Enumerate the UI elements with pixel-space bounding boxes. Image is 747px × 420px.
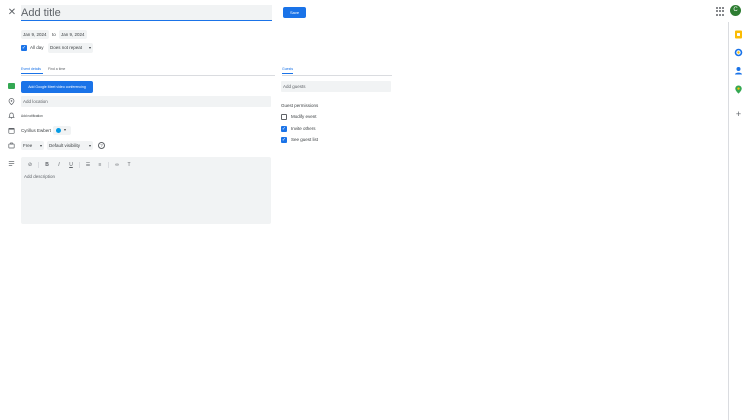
save-button[interactable]: Save <box>283 7 306 18</box>
chevron-down-icon: ▾ <box>88 45 91 50</box>
close-icon[interactable]: ✕ <box>6 7 18 19</box>
chevron-down-icon: ▾ <box>88 143 91 148</box>
attachment-icon[interactable]: ⊘ <box>25 161 35 169</box>
toolbar-separator <box>108 162 109 168</box>
tab-guests[interactable]: Guests <box>282 67 293 72</box>
repeat-select[interactable]: Does not repeat ▾ <box>48 43 93 53</box>
location-pin-icon <box>8 98 15 106</box>
remove-formatting-icon[interactable]: T <box>124 161 134 169</box>
tab-active-indicator <box>21 73 43 74</box>
tabs-divider <box>21 75 275 76</box>
calendar-color-picker[interactable]: ▾ <box>53 126 71 135</box>
bell-icon <box>8 112 15 119</box>
description-input[interactable] <box>24 174 268 220</box>
visibility-value: Default visibility <box>49 143 81 148</box>
guests-divider <box>282 75 392 76</box>
contacts-icon[interactable] <box>734 62 743 75</box>
link-icon[interactable]: ∞ <box>112 161 122 169</box>
avatar[interactable]: C <box>730 5 741 16</box>
google-meet-icon <box>8 83 15 89</box>
toolbar-separator <box>38 162 39 168</box>
maps-icon[interactable] <box>734 81 743 94</box>
invite-others-label: Invite others <box>291 126 316 131</box>
add-notification-link[interactable]: Add notification <box>21 114 43 118</box>
calendar-name: Cyrillus Ewbert <box>21 128 52 133</box>
add-meet-button[interactable]: Add Google Meet video conferencing <box>21 81 93 93</box>
end-date-field[interactable]: Jan 9, 2024 <box>59 30 87 39</box>
all-day-checkbox[interactable]: ✓ <box>21 45 27 51</box>
keep-icon[interactable] <box>734 26 743 39</box>
description-editor: ⊘ B I U ☰ ≡ ∞ T <box>21 157 271 224</box>
availability-value: Free <box>23 143 33 148</box>
calendar-icon <box>8 127 15 134</box>
add-guests-input[interactable] <box>281 81 391 92</box>
italic-icon[interactable]: I <box>54 161 64 169</box>
date-to-label: to <box>52 32 56 37</box>
repeat-value: Does not repeat <box>50 45 83 50</box>
see-guest-list-label: See guest list <box>291 137 319 142</box>
add-icon[interactable]: + <box>734 110 743 119</box>
visibility-select[interactable]: Default visibility ▾ <box>47 141 93 150</box>
modify-event-label: Modify event <box>291 114 317 119</box>
see-guest-list-checkbox[interactable]: ✓ <box>281 137 287 143</box>
side-panel-divider <box>728 22 729 420</box>
modify-event-checkbox[interactable] <box>281 114 287 120</box>
tab-find-a-time[interactable]: Find a time <box>48 67 65 72</box>
invite-others-checkbox[interactable]: ✓ <box>281 126 287 132</box>
numbered-list-icon[interactable]: ☰ <box>83 161 93 169</box>
availability-select[interactable]: Free ▾ <box>21 141 44 150</box>
description-toolbar: ⊘ B I U ☰ ≡ ∞ T <box>25 161 136 169</box>
start-date-field[interactable]: Jan 9, 2024 <box>21 30 49 39</box>
briefcase-icon <box>8 142 15 149</box>
underline-icon[interactable]: U <box>66 161 76 169</box>
tab-event-details[interactable]: Event details <box>21 67 41 72</box>
all-day-label: All day <box>30 45 44 50</box>
bulleted-list-icon[interactable]: ≡ <box>95 161 105 169</box>
title-input[interactable] <box>21 5 272 21</box>
toolbar-separator <box>79 162 80 168</box>
guest-permissions-title: Guest permissions <box>281 103 319 108</box>
chevron-down-icon: ▾ <box>39 143 42 148</box>
guests-tab-indicator <box>282 73 293 74</box>
tasks-icon[interactable] <box>734 44 743 57</box>
apps-grid-icon[interactable] <box>716 7 725 16</box>
help-icon[interactable]: ? <box>98 142 105 149</box>
calendar-color-dot <box>56 128 61 133</box>
bold-icon[interactable]: B <box>42 161 52 169</box>
description-lines-icon <box>8 160 15 167</box>
chevron-down-icon: ▾ <box>64 127 67 132</box>
location-input[interactable] <box>21 96 271 107</box>
